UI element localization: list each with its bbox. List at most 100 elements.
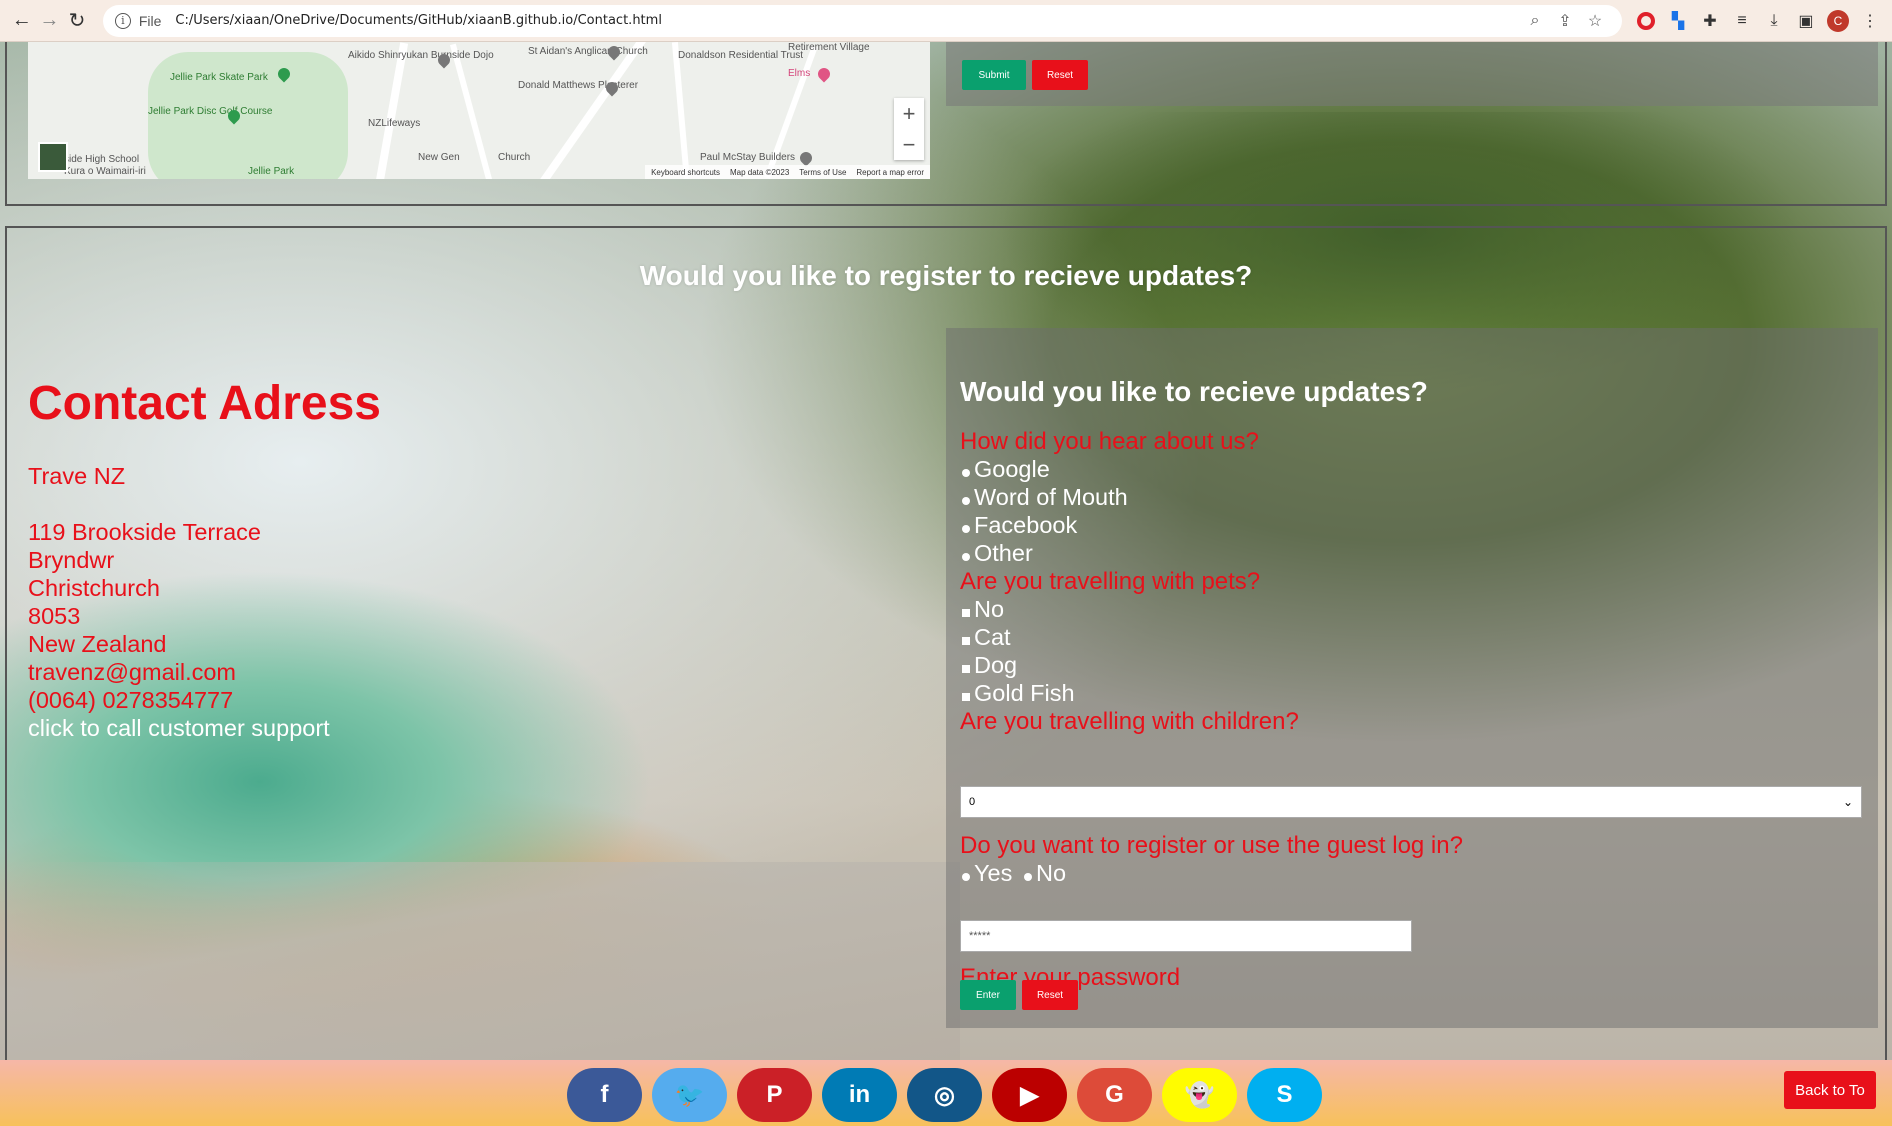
map-label: Church xyxy=(498,152,531,163)
password-input[interactable]: ***** xyxy=(960,920,1412,952)
checkbox-option[interactable]: Gold Fish xyxy=(962,680,1075,707)
map-label: Kura o Waimairi-iri xyxy=(64,166,146,177)
map-label: New Gen xyxy=(418,152,460,163)
snapchat-icon[interactable]: 👻 xyxy=(1162,1068,1237,1122)
checkbox-icon[interactable] xyxy=(962,636,970,645)
map-footer-link: Map data ©2023 xyxy=(730,167,790,177)
linkedin-icon[interactable]: in xyxy=(822,1068,897,1122)
reset-button[interactable]: Reset xyxy=(1032,60,1088,90)
facebook-icon[interactable]: f xyxy=(567,1068,642,1122)
checkbox-option[interactable]: No xyxy=(962,596,1004,623)
zoom-icon[interactable]: ⌕ xyxy=(1520,12,1550,30)
checkbox-label: No xyxy=(974,596,1005,622)
question-hear: How did you hear about us? xyxy=(960,428,1259,455)
radio-icon[interactable] xyxy=(962,552,970,561)
map-label: Donaldson Residential Trust xyxy=(678,50,804,61)
checkbox-icon[interactable] xyxy=(962,664,970,673)
bookmark-star-icon[interactable]: ☆ xyxy=(1580,11,1610,31)
info-icon[interactable]: i xyxy=(114,12,131,29)
form-title: Would you like to recieve updates? xyxy=(960,376,1428,407)
updates-form: Would you like to recieve updates? How d… xyxy=(946,328,1878,1028)
submit-button[interactable]: Submit xyxy=(962,60,1026,90)
radio-label: Word of Mouth xyxy=(974,484,1128,510)
call-support-link[interactable]: click to call customer support xyxy=(28,714,330,742)
url-scheme: File xyxy=(138,12,162,29)
radio-icon[interactable] xyxy=(1024,872,1032,881)
checkbox-icon[interactable] xyxy=(962,692,970,701)
enter-button[interactable]: Enter xyxy=(960,980,1016,1010)
map-label: Paul McStay Builders xyxy=(700,152,796,163)
radio-icon[interactable] xyxy=(962,468,970,477)
map-satellite-toggle[interactable] xyxy=(38,142,68,172)
side-panel-icon[interactable]: ▣ xyxy=(1792,7,1820,35)
children-select[interactable]: 0 ⌄ xyxy=(960,786,1862,818)
map-pin-icon[interactable] xyxy=(815,65,833,83)
puzzle-extensions-icon[interactable]: ✚ xyxy=(1696,7,1724,35)
contact-email[interactable]: travenz@gmail.com xyxy=(28,658,330,686)
radio-label: Facebook xyxy=(974,512,1078,538)
extension-icon[interactable]: ▚ xyxy=(1664,7,1692,35)
opera-extension-icon[interactable] xyxy=(1632,7,1660,35)
address-bar[interactable]: i File C:/Users/xiaan/OneDrive/Documents… xyxy=(102,4,1622,37)
back-to-top-button[interactable]: Back to To xyxy=(1784,1071,1876,1109)
url-text[interactable]: C:/Users/xiaan/OneDrive/Documents/GitHub… xyxy=(175,13,1520,28)
google-map[interactable]: Jellie Park Skate Park Aikido Shinryukan… xyxy=(28,42,930,179)
map-footer-link[interactable]: Keyboard shortcuts xyxy=(651,168,720,177)
download-icon[interactable]: ⤓ xyxy=(1760,7,1788,35)
forward-icon[interactable]: → xyxy=(36,7,64,35)
skype-icon[interactable]: S xyxy=(1247,1068,1322,1122)
form-reset-button[interactable]: Reset xyxy=(1022,980,1078,1010)
map-footer-link[interactable]: Report a map error xyxy=(856,168,924,177)
chevron-down-icon: ⌄ xyxy=(1842,795,1853,809)
map-label: Retirement Village xyxy=(788,42,870,53)
map-footer-link[interactable]: Terms of Use xyxy=(799,168,846,177)
google-icon[interactable]: G xyxy=(1077,1068,1152,1122)
profile-avatar[interactable]: C xyxy=(1824,7,1852,35)
address-suburb: Bryndwr xyxy=(28,547,115,573)
checkbox-option[interactable]: Cat xyxy=(962,624,1011,651)
share-icon[interactable]: ⇪ xyxy=(1550,11,1580,31)
zoom-in-button[interactable]: + xyxy=(903,101,916,127)
instagram-icon[interactable]: ◎ xyxy=(907,1068,982,1122)
address-postcode: 8053 xyxy=(28,603,81,629)
map-footer: Keyboard shortcuts Map data ©2023 Terms … xyxy=(645,165,930,179)
contact-title: Contact Adress xyxy=(28,377,381,430)
map-label: Jellie Park Disc Golf Course xyxy=(148,106,273,117)
radio-option[interactable]: Word of Mouth xyxy=(962,484,1128,511)
checkbox-icon[interactable] xyxy=(962,608,970,617)
reading-list-icon[interactable]: ≡ xyxy=(1728,7,1756,35)
question-children: Are you travelling with children? xyxy=(960,708,1299,735)
radio-icon[interactable] xyxy=(962,524,970,533)
contact-phone[interactable]: (0064) 0278354777 xyxy=(28,686,330,714)
map-label: Aikido Shinryukan Burnside Dojo xyxy=(348,50,494,61)
menu-kebab-icon[interactable]: ⋮ xyxy=(1856,7,1884,35)
zoom-out-button[interactable]: − xyxy=(903,132,916,158)
reload-icon[interactable]: ↻ xyxy=(63,7,91,35)
address-country: New Zealand xyxy=(28,631,167,657)
social-links: f 🐦 P in ◎ ▶ G 👻 S xyxy=(567,1068,1322,1122)
checkbox-option[interactable]: Dog xyxy=(962,652,1017,679)
youtube-icon[interactable]: ▶ xyxy=(992,1068,1067,1122)
company-name: Trave NZ xyxy=(28,463,126,489)
radio-option[interactable]: Google xyxy=(962,456,1050,483)
radio-label: Google xyxy=(974,456,1050,482)
radio-label: Other xyxy=(974,540,1033,566)
register-yes-option[interactable]: Yes xyxy=(962,860,1012,887)
radio-option[interactable]: Other xyxy=(962,540,1033,567)
radio-icon[interactable] xyxy=(962,496,970,505)
map-pin-icon[interactable] xyxy=(797,149,815,167)
back-icon[interactable]: ← xyxy=(8,7,36,35)
register-headline: Would you like to register to recieve up… xyxy=(639,260,1253,291)
radio-icon[interactable] xyxy=(962,872,970,881)
map-label: Jellie Park xyxy=(248,166,295,177)
pinterest-icon[interactable]: P xyxy=(737,1068,812,1122)
map-road xyxy=(375,42,409,179)
radio-label: Yes xyxy=(974,860,1013,886)
twitter-icon[interactable]: 🐦 xyxy=(652,1068,727,1122)
map-label: NZLifeways xyxy=(368,118,421,129)
map-label: St Aidan's Anglican Church xyxy=(528,46,648,57)
radio-option[interactable]: Facebook xyxy=(962,512,1077,539)
browser-toolbar: ← → ↻ i File C:/Users/xiaan/OneDrive/Doc… xyxy=(0,0,1892,42)
question-pets: Are you travelling with pets? xyxy=(960,568,1261,595)
register-no-option[interactable]: No xyxy=(1024,860,1066,887)
